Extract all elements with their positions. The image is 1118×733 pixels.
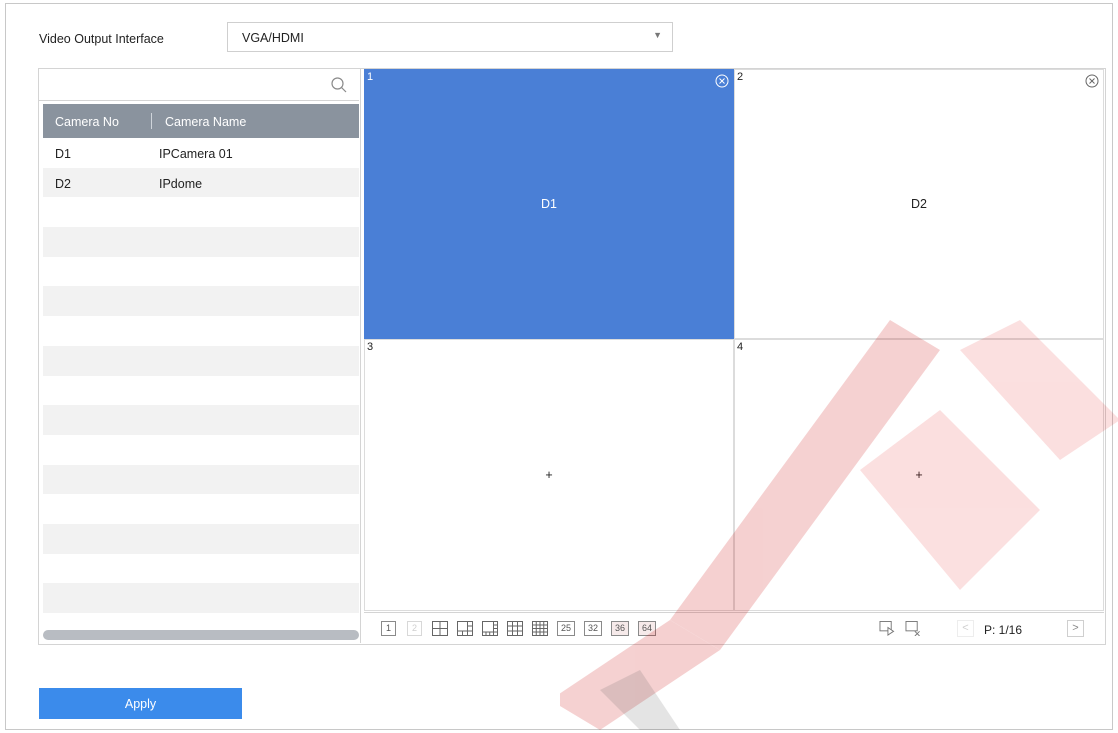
table-row-empty — [43, 286, 359, 317]
table-row-empty — [43, 345, 359, 376]
add-camera-icon[interactable]: + — [365, 468, 733, 482]
video-window-1[interactable]: 1 D1 — [364, 69, 734, 339]
table-row-empty — [43, 554, 359, 584]
window-number: 1 — [367, 71, 374, 83]
video-output-select[interactable]: VGA/HDMI ▼ — [227, 22, 673, 52]
search-icon[interactable] — [331, 77, 347, 93]
layout-2-button[interactable]: 2 — [407, 621, 422, 636]
video-window-3[interactable]: 3 + — [364, 339, 734, 611]
column-divider — [151, 113, 152, 129]
layout-4-icon[interactable] — [432, 621, 448, 636]
add-camera-icon[interactable]: + — [735, 468, 1103, 482]
table-row-empty — [43, 405, 359, 435]
stop-all-live-icon[interactable] — [905, 621, 921, 636]
next-page-button[interactable]: > — [1067, 620, 1084, 637]
table-row-empty — [43, 494, 359, 524]
layout-64-button[interactable]: 64 — [638, 621, 656, 636]
camera-no-cell: D1 — [55, 147, 71, 161]
table-row-empty — [43, 197, 359, 227]
video-window-2[interactable]: 2 D2 — [734, 69, 1104, 339]
video-output-label: Video Output Interface — [39, 32, 164, 46]
window-number: 3 — [367, 341, 374, 353]
table-body: D1 IPCamera 01 D2 IPdome — [43, 138, 359, 613]
camera-name-cell: IPCamera 01 — [159, 147, 233, 161]
table-row-empty — [43, 583, 359, 613]
layout-8-icon[interactable] — [482, 621, 498, 636]
layout-9-icon[interactable] — [507, 621, 523, 636]
layout-36-button[interactable]: 36 — [611, 621, 629, 636]
video-window-grid: 1 D1 2 D2 3 + 4 + — [364, 69, 1104, 611]
layout-6-icon[interactable] — [457, 621, 473, 636]
layout-1-button[interactable]: 1 — [381, 621, 396, 636]
table-row-empty — [43, 227, 359, 257]
layout-toolbar: 1 2 25 32 36 64 < P: 1/16 > — [364, 612, 1104, 643]
close-icon[interactable] — [1085, 74, 1099, 88]
table-row-empty — [43, 257, 359, 287]
column-camera-no[interactable]: Camera No — [55, 115, 119, 129]
table-row[interactable]: D1 IPCamera 01 — [43, 138, 359, 168]
video-output-value: VGA/HDMI — [242, 31, 304, 45]
table-row-empty — [43, 523, 359, 554]
window-camera-label: D1 — [541, 197, 557, 211]
video-window-4[interactable]: 4 + — [734, 339, 1104, 611]
table-row-empty — [43, 435, 359, 465]
table-row[interactable]: D2 IPdome — [43, 167, 359, 198]
table-row-empty — [43, 316, 359, 346]
prev-page-button[interactable]: < — [957, 620, 974, 637]
start-all-live-icon[interactable] — [879, 621, 895, 636]
camera-list: Camera No Camera Name D1 IPCamera 01 D2 … — [39, 69, 361, 643]
camera-name-cell: IPdome — [159, 176, 203, 191]
window-camera-label: D2 — [911, 197, 927, 211]
horizontal-scrollbar[interactable] — [43, 630, 359, 640]
page-indicator: P: 1/16 — [984, 623, 1023, 637]
search-input[interactable] — [39, 69, 359, 101]
close-icon[interactable] — [715, 74, 729, 88]
layout-32-button[interactable]: 32 — [584, 621, 602, 636]
table-row-empty — [43, 464, 359, 495]
window-number: 2 — [737, 71, 744, 83]
table-row-empty — [43, 376, 359, 406]
layout-25-button[interactable]: 25 — [557, 621, 575, 636]
column-camera-name[interactable]: Camera Name — [165, 115, 246, 129]
table-header: Camera No Camera Name — [43, 104, 359, 138]
apply-button[interactable]: Apply — [39, 688, 242, 719]
chevron-down-icon: ▼ — [653, 30, 662, 40]
camera-no-cell: D2 — [55, 176, 71, 191]
window-number: 4 — [737, 341, 744, 353]
layout-16-icon[interactable] — [532, 621, 548, 636]
